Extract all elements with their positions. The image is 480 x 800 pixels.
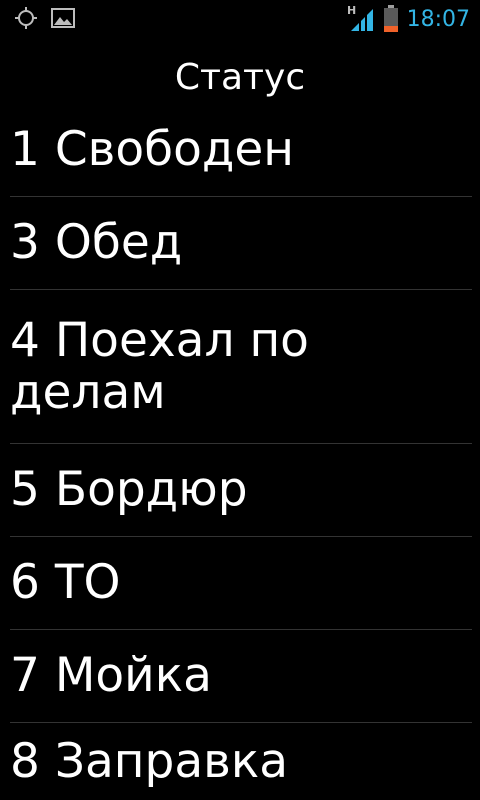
gps-icon [14, 6, 38, 34]
status-bar-notifications [14, 6, 76, 34]
image-notification-icon [50, 6, 76, 34]
status-bar: H 18:07 [0, 0, 480, 38]
list-item-1-free[interactable]: 1 Свободен [0, 104, 480, 196]
list-item-label-line1: 4 Поехал по [10, 312, 309, 368]
network-type-label: H [347, 4, 356, 17]
status-list: 1 Свободен 3 Обед 4 Поехал по делам 5 Бо… [0, 104, 480, 800]
list-item-label: 7 Мойка [10, 648, 212, 703]
clock: 18:07 [406, 7, 470, 32]
list-item-label: 1 Свободен [10, 122, 294, 177]
battery-icon [383, 3, 399, 37]
list-item-5-curb[interactable]: 5 Бордюр [0, 444, 480, 536]
list-item-4-errand[interactable]: 4 Поехал по делам [0, 290, 480, 443]
list-item-8-refuel[interactable]: 8 Заправка [0, 723, 480, 800]
dialog-title: Статус [174, 57, 306, 98]
list-item-label: 8 Заправка [10, 734, 289, 789]
list-item-label: 3 Обед [10, 215, 183, 270]
list-item-3-lunch[interactable]: 3 Обед [0, 197, 480, 289]
list-item-6-service[interactable]: 6 ТО [0, 537, 480, 629]
status-bar-system: H 18:07 [347, 3, 470, 37]
screen: H 18:07 Статус 1 Свободен 3 Обед 4 Поеха… [0, 0, 480, 800]
list-item-label-line2: делам [10, 364, 166, 420]
list-item-7-wash[interactable]: 7 Мойка [0, 630, 480, 722]
list-item-label: 6 ТО [10, 555, 121, 610]
signal-icon: H [347, 3, 375, 37]
list-item-label: 5 Бордюр [10, 462, 248, 517]
